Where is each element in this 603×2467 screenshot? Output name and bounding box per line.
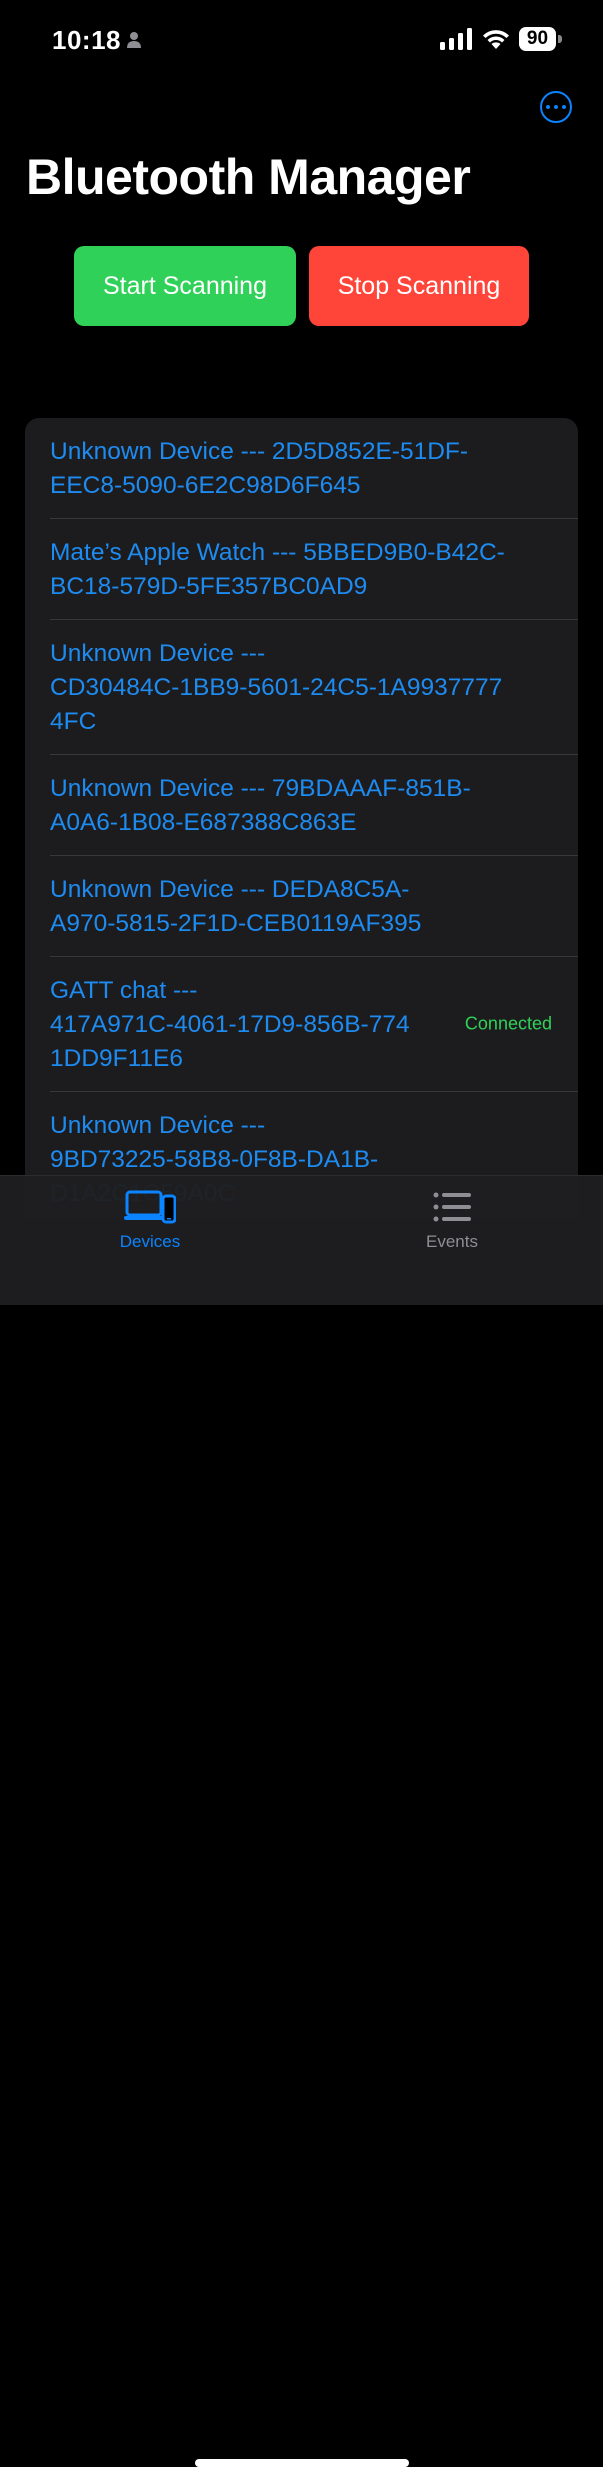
tab-devices[interactable]: Devices [70, 1176, 230, 1266]
device-label: GATT chat --- 417A971C-4061-17D9-856B-77… [50, 977, 410, 1072]
person-icon [127, 32, 141, 48]
status-bar: 10:18 90 [0, 0, 603, 80]
start-scanning-button[interactable]: Start Scanning [74, 246, 296, 326]
list-item[interactable]: GATT chat --- 417A971C-4061-17D9-856B-77… [50, 957, 578, 1092]
list-item[interactable]: Unknown Device --- 79BDAAAF-851B- A0A6-1… [50, 755, 578, 856]
device-label: Unknown Device --- 79BDAAAF-851B- A0A6-1… [50, 775, 471, 836]
tab-bar: Devices Events [0, 1175, 603, 2467]
battery-level: 90 [519, 27, 556, 51]
home-indicator [195, 2459, 409, 2467]
devices-icon [124, 1190, 176, 1224]
device-label: Unknown Device --- CD30484C-1BB9-5601-24… [50, 640, 503, 735]
list-item[interactable]: Unknown Device --- 2D5D852E-51DF- EEC8-5… [50, 418, 578, 519]
tab-devices-label: Devices [119, 1232, 181, 1251]
stop-scanning-button[interactable]: Stop Scanning [309, 246, 529, 326]
list-item[interactable]: Unknown Device --- DEDA8C5A- A970-5815-2… [50, 856, 578, 957]
tab-events-label: Events [426, 1232, 478, 1251]
page-title: Bluetooth Manager [26, 149, 471, 205]
signal-icon [440, 28, 472, 50]
wifi-icon [483, 30, 509, 49]
tab-events[interactable]: Events [372, 1176, 532, 1266]
device-label: Unknown Device --- DEDA8C5A- A970-5815-2… [50, 876, 422, 937]
connected-status-badge: Connected [464, 1013, 552, 1034]
device-label: Mate’s Apple Watch --- 5BBED9B0-B42C- BC… [50, 539, 505, 600]
battery-icon: 90 [519, 27, 563, 51]
list-item[interactable]: Mate’s Apple Watch --- 5BBED9B0-B42C- BC… [50, 519, 578, 620]
list-icon [433, 1192, 471, 1222]
device-label: Unknown Device --- 2D5D852E-51DF- EEC8-5… [50, 438, 469, 499]
device-list[interactable]: Unknown Device --- 2D5D852E-51DF- EEC8-5… [25, 418, 578, 1218]
more-options-button[interactable] [540, 91, 572, 123]
status-time: 10:18 [52, 25, 121, 55]
list-item[interactable]: Unknown Device --- CD30484C-1BB9-5601-24… [50, 620, 578, 755]
